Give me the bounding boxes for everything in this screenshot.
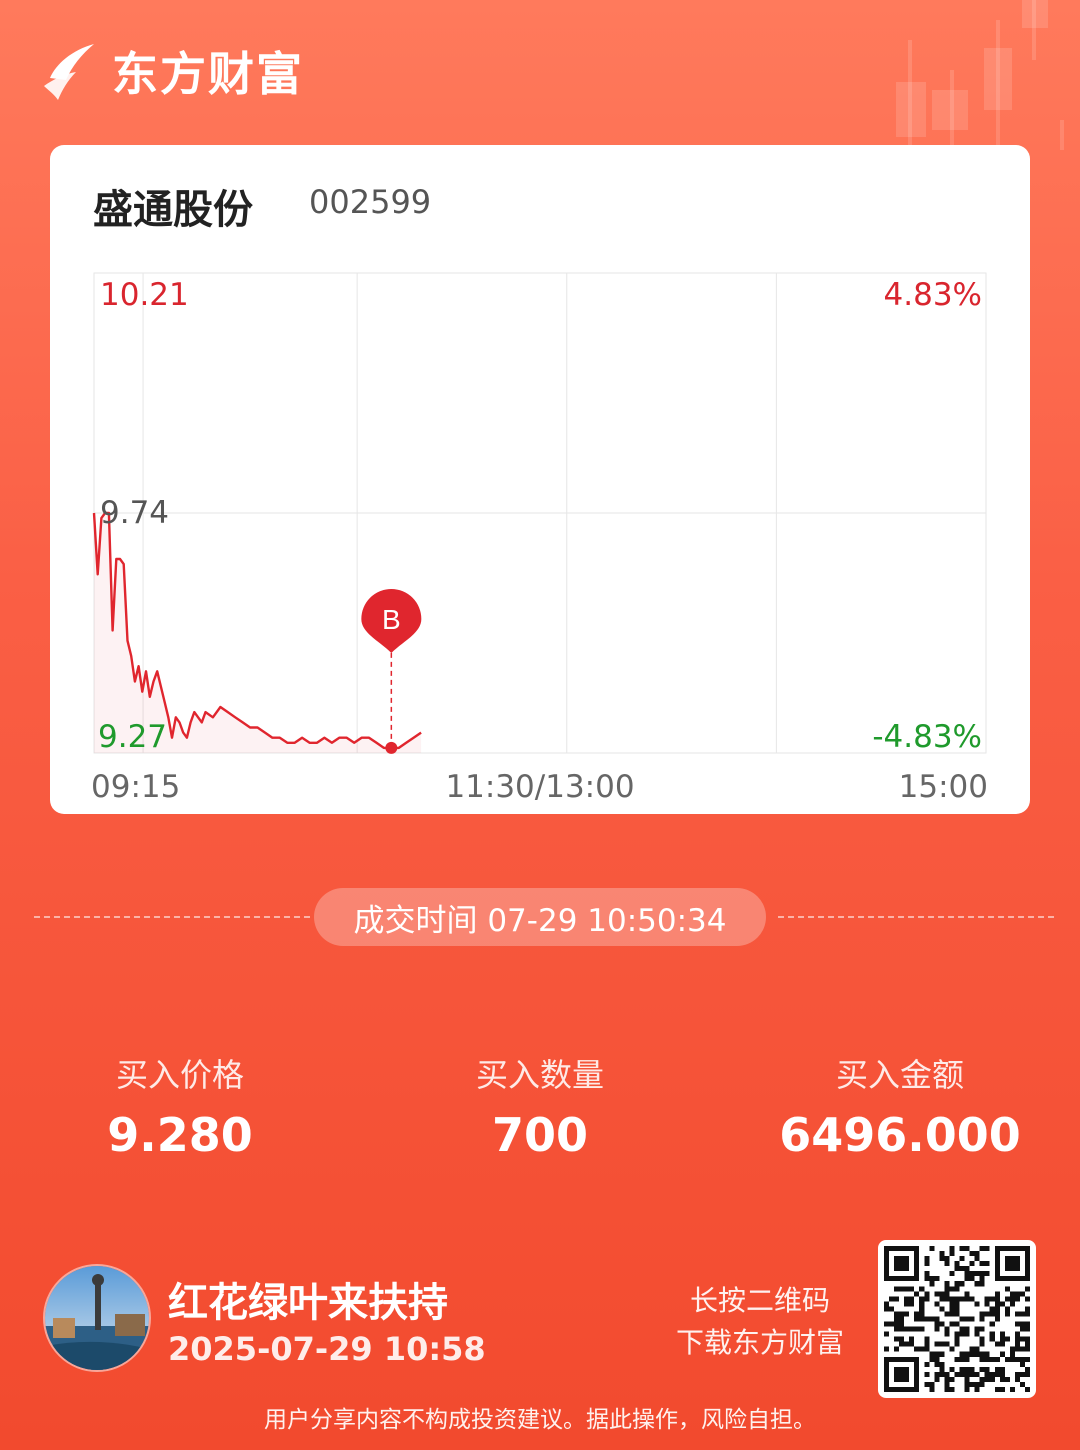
buy-qty-value: 700 <box>491 1108 589 1162</box>
divider-left <box>34 916 310 918</box>
buy-price-label: 买入价格 <box>115 1056 244 1094</box>
background-candles-icon <box>896 0 1064 150</box>
buy-amount-label: 买入金额 <box>835 1056 964 1094</box>
brand-logo: 东方财富 <box>42 38 304 104</box>
eastmoney-logo-icon <box>44 44 94 100</box>
qr-modules <box>884 1246 1030 1392</box>
intraday-chart: B 10.21 9.74 9.27 4.83% -4.83% 09:15 11:30/13:0… <box>91 272 988 805</box>
y-label-high: 10.21 <box>100 277 189 313</box>
x-label-close: 15:00 <box>899 769 988 805</box>
stock-card: 盛通股份 002599 B 10.21 9.74 9.27 4.83% -4.83% 09:… <box>50 145 1030 814</box>
avatar-icon <box>45 1266 149 1370</box>
buy-price-stat: 买入价格 9.280 <box>0 1050 360 1162</box>
qr-hint: 长按二维码 下载东方财富 <box>660 1280 860 1364</box>
x-label-mid: 11:30/13:00 <box>445 769 634 805</box>
brand-name: 东方财富 <box>112 47 304 101</box>
pct-label-high: 4.83% <box>884 277 982 313</box>
buy-qty-stat: 买入数量 700 <box>360 1050 720 1162</box>
qr-hint-line2: 下载东方财富 <box>675 1326 844 1359</box>
qr-hint-line1: 长按二维码 <box>689 1284 830 1317</box>
trade-time-badge: 成交时间 07-29 10:50:34 <box>314 888 766 946</box>
share-time: 2025-07-29 10:58 <box>168 1330 486 1368</box>
trade-time-row: 成交时间 07-29 10:50:34 <box>0 888 1080 946</box>
buy-amount-value: 6496.000 <box>779 1108 1021 1162</box>
pct-label-low: -4.83% <box>872 719 982 755</box>
divider-right <box>778 916 1054 918</box>
buy-price-value: 9.280 <box>107 1108 253 1162</box>
buy-marker-dot <box>385 741 398 754</box>
disclaimer: 用户分享内容不构成投资建议。据此操作，风险自担。 <box>264 1407 816 1433</box>
user-name: 红花绿叶来扶持 <box>168 1280 448 1326</box>
avatar[interactable] <box>43 1264 151 1372</box>
x-label-open: 09:15 <box>91 769 180 805</box>
qr-code-icon <box>884 1246 1030 1392</box>
y-label-mid: 9.74 <box>100 495 169 531</box>
qr-code[interactable] <box>878 1240 1036 1398</box>
buy-amount-stat: 买入金额 6496.000 <box>720 1050 1080 1162</box>
buy-marker-label: B <box>382 604 401 635</box>
buy-qty-label: 买入数量 <box>475 1056 604 1094</box>
y-label-low: 9.27 <box>98 719 167 755</box>
